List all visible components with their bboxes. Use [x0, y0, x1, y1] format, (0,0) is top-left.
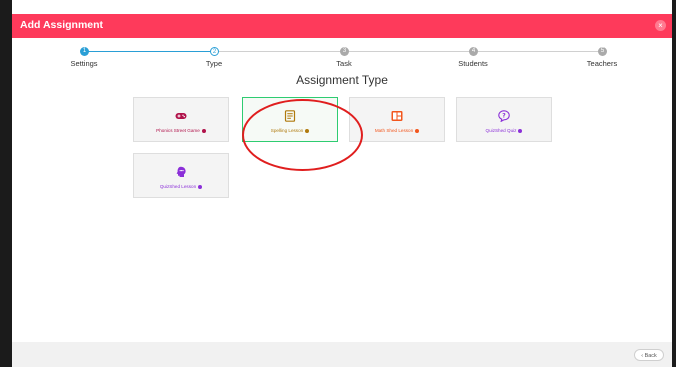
step-5-label[interactable]: Teachers — [567, 59, 637, 68]
info-icon[interactable] — [201, 128, 206, 133]
gamepad-icon — [175, 113, 187, 119]
modal-header: Add Assignment × — [12, 14, 672, 38]
window-edge-left — [0, 0, 12, 367]
question-bubble-icon: ? — [498, 110, 510, 122]
card-math-shed-lesson[interactable]: Math Shed Lesson — [349, 97, 445, 142]
card-label: QuizShed Quiz — [457, 128, 551, 133]
document-icon — [284, 110, 296, 122]
modal-footer: ‹ Back — [12, 342, 672, 367]
info-icon[interactable] — [415, 128, 420, 133]
step-line-4 — [478, 51, 601, 52]
head-icon — [176, 166, 186, 177]
step-line-3 — [348, 51, 472, 52]
info-icon[interactable] — [305, 128, 310, 133]
step-4-label[interactable]: Students — [438, 59, 508, 68]
close-icon[interactable]: × — [655, 20, 666, 31]
step-2-label[interactable]: Type — [179, 59, 249, 68]
card-label-text: Phonics Street Game — [156, 128, 200, 133]
step-line-1 — [88, 51, 213, 52]
back-button[interactable]: ‹ Back — [634, 349, 664, 361]
step-4-dot[interactable]: 4 — [469, 47, 478, 56]
step-3-dot[interactable]: 3 — [340, 47, 349, 56]
step-line-2 — [218, 51, 342, 52]
step-5-dot[interactable]: 5 — [598, 47, 607, 56]
card-quizshed-lesson[interactable]: QuizShed Lesson — [133, 153, 229, 198]
window-edge-right — [672, 0, 676, 367]
step-1-dot[interactable]: 1 — [80, 47, 89, 56]
svg-text:?: ? — [502, 113, 506, 120]
calculator-icon — [391, 111, 403, 121]
card-label: Math Shed Lesson — [350, 128, 444, 133]
card-label: QuizShed Lesson — [134, 184, 228, 189]
step-1-label[interactable]: Settings — [49, 59, 119, 68]
card-label: Spelling Lesson — [243, 128, 337, 133]
card-phonics-street-game[interactable]: Phonics Street Game — [133, 97, 229, 142]
card-quizshed-quiz[interactable]: ? QuizShed Quiz — [456, 97, 552, 142]
card-spelling-lesson[interactable]: Spelling Lesson — [242, 97, 338, 142]
section-title: Assignment Type — [296, 73, 388, 87]
card-label-text: QuizShed Quiz — [485, 128, 517, 133]
card-label-text: Math Shed Lesson — [374, 128, 414, 133]
step-2-dot[interactable]: 2 — [210, 47, 219, 56]
add-assignment-modal: Add Assignment × 1 Settings 2 Type 3 Tas… — [12, 14, 672, 367]
info-icon[interactable] — [198, 184, 203, 189]
modal-title: Add Assignment — [20, 19, 104, 31]
info-icon[interactable] — [518, 128, 523, 133]
card-label: Phonics Street Game — [134, 128, 228, 133]
step-3-label[interactable]: Task — [309, 59, 379, 68]
card-label-text: QuizShed Lesson — [159, 184, 197, 189]
card-label-text: Spelling Lesson — [270, 128, 304, 133]
